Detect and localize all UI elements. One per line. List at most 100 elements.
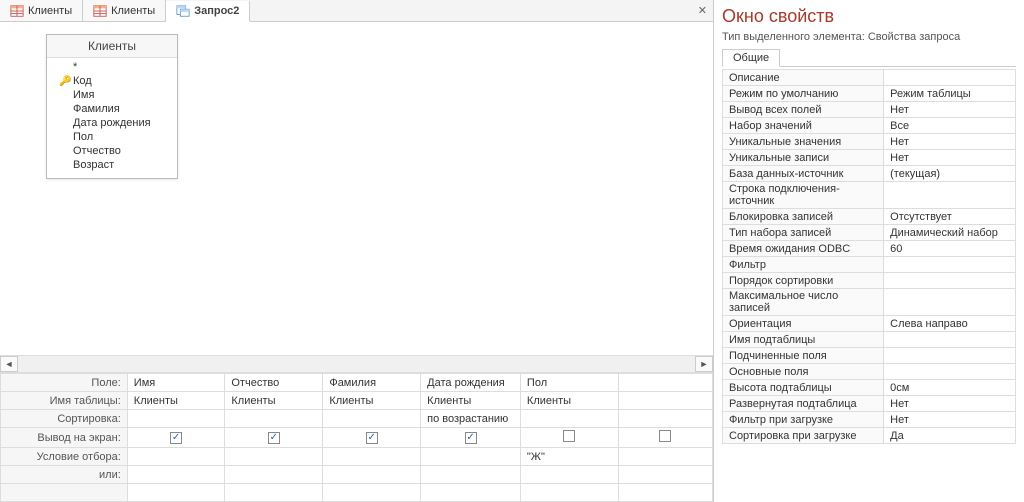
field-birthdate[interactable]: Дата рождения — [47, 116, 177, 130]
cell-criteria[interactable] — [225, 448, 323, 466]
cell-field[interactable]: Дата рождения — [421, 374, 521, 392]
property-value[interactable]: Отсутствует — [884, 209, 1016, 225]
property-value[interactable]: Нет — [884, 396, 1016, 412]
cell-sort[interactable]: по возрастанию — [421, 410, 521, 428]
checkbox-icon[interactable] — [563, 430, 575, 442]
property-row[interactable]: Фильтр — [723, 257, 1016, 273]
property-value[interactable]: Нет — [884, 102, 1016, 118]
cell-field[interactable]: Отчество — [225, 374, 323, 392]
tab-clients-1[interactable]: Клиенты — [0, 0, 83, 21]
cell-show[interactable] — [618, 428, 713, 448]
cell-criteria[interactable] — [323, 448, 421, 466]
field-surname[interactable]: Фамилия — [47, 102, 177, 116]
checkbox-icon[interactable] — [465, 432, 477, 444]
property-row[interactable]: Время ожидания ODBC60 — [723, 241, 1016, 257]
property-value[interactable]: (текущая) — [884, 166, 1016, 182]
property-value[interactable]: Динамический набор — [884, 225, 1016, 241]
cell-or[interactable] — [618, 466, 713, 484]
property-value[interactable] — [884, 257, 1016, 273]
property-value[interactable]: Нет — [884, 134, 1016, 150]
cell-field[interactable] — [618, 374, 713, 392]
cell-or[interactable] — [127, 466, 225, 484]
property-row[interactable]: Основные поля — [723, 364, 1016, 380]
property-row[interactable]: Порядок сортировки — [723, 273, 1016, 289]
property-row[interactable]: Имя подтаблицы — [723, 332, 1016, 348]
horizontal-scrollbar[interactable]: ◄ ► — [0, 355, 713, 373]
close-icon[interactable]: ✕ — [692, 4, 713, 17]
property-row[interactable]: Описание — [723, 70, 1016, 86]
table-source-clients[interactable]: Клиенты * 🔑Код Имя Фамилия Дата рождения… — [46, 34, 178, 179]
property-row[interactable]: База данных-источник(текущая) — [723, 166, 1016, 182]
cell-criteria[interactable] — [421, 448, 521, 466]
checkbox-icon[interactable] — [366, 432, 378, 444]
property-row[interactable]: Строка подключения-источник — [723, 182, 1016, 209]
property-value[interactable]: Все — [884, 118, 1016, 134]
cell-show[interactable] — [421, 428, 521, 448]
cell-table[interactable]: Клиенты — [421, 392, 521, 410]
property-value[interactable] — [884, 332, 1016, 348]
cell-criteria[interactable] — [127, 448, 225, 466]
property-value[interactable]: Режим таблицы — [884, 86, 1016, 102]
property-value[interactable]: Нет — [884, 412, 1016, 428]
cell-show[interactable] — [127, 428, 225, 448]
property-value[interactable] — [884, 364, 1016, 380]
tab-clients-2[interactable]: Клиенты — [83, 0, 166, 21]
cell-sort[interactable] — [618, 410, 713, 428]
cell-or[interactable] — [421, 466, 521, 484]
cell-sort[interactable] — [323, 410, 421, 428]
property-value[interactable]: Да — [884, 428, 1016, 444]
cell-sort[interactable] — [127, 410, 225, 428]
property-value[interactable] — [884, 289, 1016, 316]
field-kod[interactable]: 🔑Код — [47, 74, 177, 88]
cell-table[interactable]: Клиенты — [323, 392, 421, 410]
cell-or[interactable] — [225, 466, 323, 484]
property-value[interactable]: Нет — [884, 150, 1016, 166]
property-row[interactable]: Сортировка при загрузкеДа — [723, 428, 1016, 444]
property-value[interactable] — [884, 182, 1016, 209]
property-row[interactable]: Развернутая подтаблицаНет — [723, 396, 1016, 412]
property-row[interactable]: Набор значенийВсе — [723, 118, 1016, 134]
property-row[interactable]: Уникальные записиНет — [723, 150, 1016, 166]
property-row[interactable]: Максимальное число записей — [723, 289, 1016, 316]
cell-field[interactable]: Фамилия — [323, 374, 421, 392]
cell-criteria[interactable]: "Ж" — [520, 448, 618, 466]
cell-field[interactable]: Пол — [520, 374, 618, 392]
cell-table[interactable]: Клиенты — [520, 392, 618, 410]
property-row[interactable]: Высота подтаблицы0см — [723, 380, 1016, 396]
property-value[interactable]: Слева направо — [884, 316, 1016, 332]
relationship-canvas[interactable]: Клиенты * 🔑Код Имя Фамилия Дата рождения… — [0, 22, 713, 355]
property-row[interactable]: Фильтр при загрузкеНет — [723, 412, 1016, 428]
property-row[interactable]: Вывод всех полейНет — [723, 102, 1016, 118]
field-patronymic[interactable]: Отчество — [47, 144, 177, 158]
field-age[interactable]: Возраст — [47, 158, 177, 172]
property-tab-general[interactable]: Общие — [722, 49, 780, 67]
property-row[interactable]: Режим по умолчаниюРежим таблицы — [723, 86, 1016, 102]
cell-or[interactable] — [323, 466, 421, 484]
cell-show[interactable] — [323, 428, 421, 448]
property-row[interactable]: Уникальные значенияНет — [723, 134, 1016, 150]
property-row[interactable]: Блокировка записейОтсутствует — [723, 209, 1016, 225]
cell-sort[interactable] — [520, 410, 618, 428]
property-value[interactable] — [884, 70, 1016, 86]
cell-sort[interactable] — [225, 410, 323, 428]
field-sex[interactable]: Пол — [47, 130, 177, 144]
cell-table[interactable]: Клиенты — [127, 392, 225, 410]
scroll-right-icon[interactable]: ► — [695, 356, 713, 372]
tab-query2[interactable]: Запрос2 — [166, 1, 250, 22]
cell-table[interactable]: Клиенты — [225, 392, 323, 410]
cell-table[interactable] — [618, 392, 713, 410]
cell-show[interactable] — [520, 428, 618, 448]
property-row[interactable]: Тип набора записейДинамический набор — [723, 225, 1016, 241]
property-row[interactable]: Подчиненные поля — [723, 348, 1016, 364]
property-row[interactable]: ОриентацияСлева направо — [723, 316, 1016, 332]
field-star[interactable]: * — [47, 60, 177, 74]
scroll-left-icon[interactable]: ◄ — [0, 356, 18, 372]
checkbox-icon[interactable] — [268, 432, 280, 444]
checkbox-icon[interactable] — [170, 432, 182, 444]
cell-show[interactable] — [225, 428, 323, 448]
property-value[interactable]: 60 — [884, 241, 1016, 257]
property-value[interactable] — [884, 348, 1016, 364]
property-value[interactable] — [884, 273, 1016, 289]
cell-or[interactable] — [520, 466, 618, 484]
cell-field[interactable]: Имя — [127, 374, 225, 392]
